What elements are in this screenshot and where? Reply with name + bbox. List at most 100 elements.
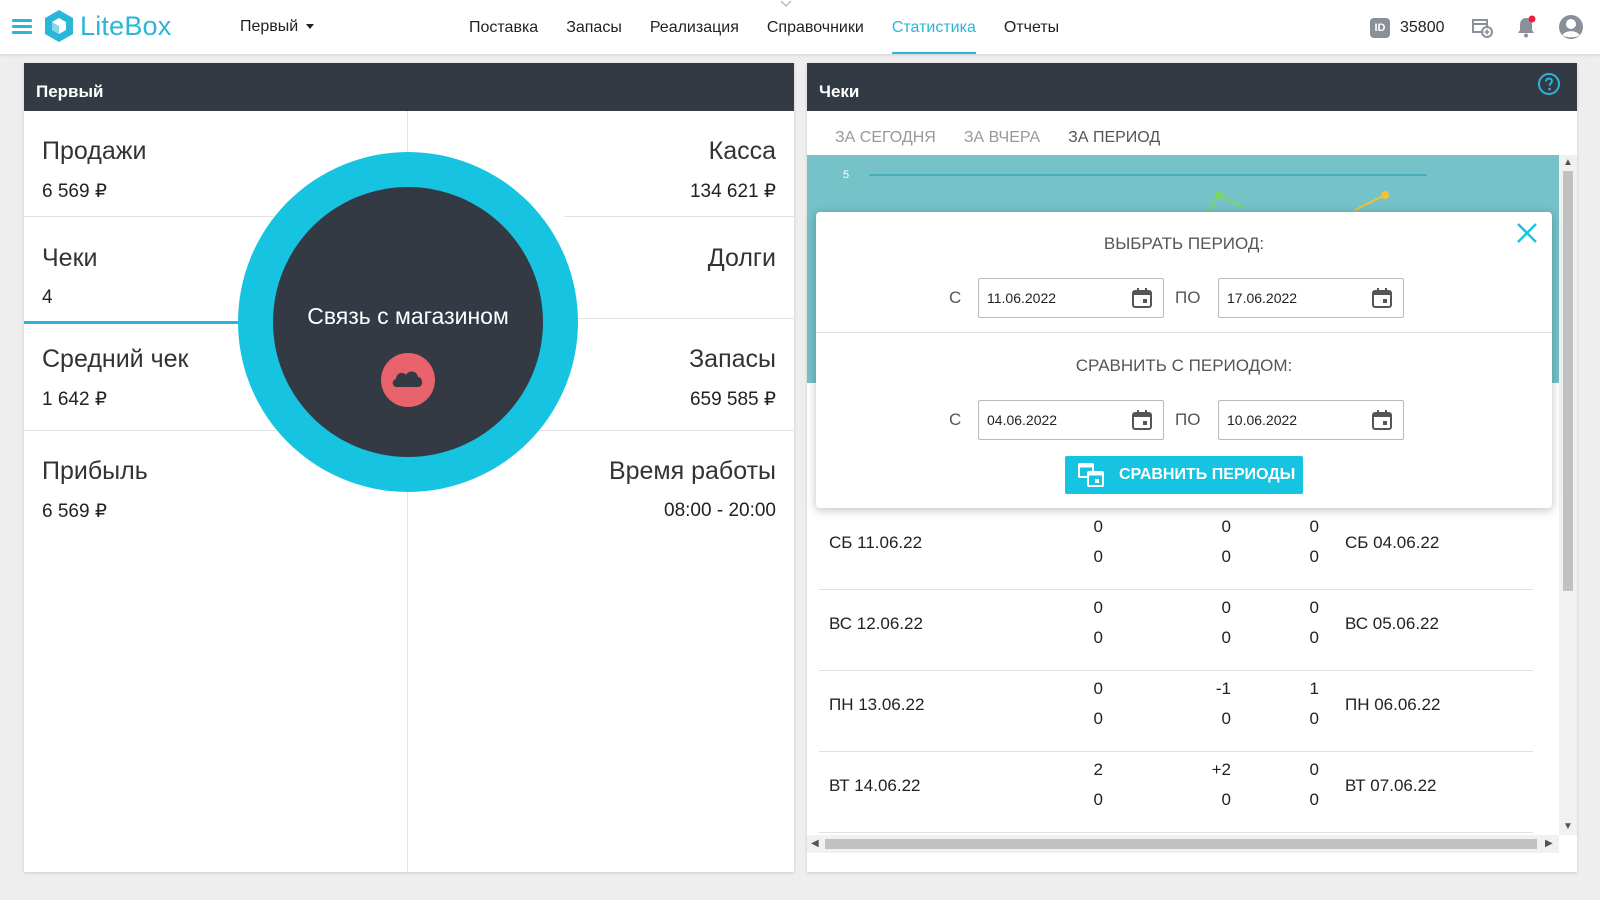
- checks-panel-title: Чеки: [807, 63, 1577, 111]
- data-point: [1381, 191, 1389, 199]
- row-compare-date: ВТ 07.06.22: [1345, 776, 1437, 795]
- nav-sales[interactable]: Реализация: [636, 0, 753, 54]
- cell-value: 0: [1093, 598, 1103, 617]
- from-label: С: [949, 288, 962, 307]
- stat-value: 6 569 ₽: [42, 501, 107, 522]
- to-label: ПО: [1175, 288, 1201, 307]
- stat-average-check[interactable]: Средний чек 1 642 ₽: [42, 345, 188, 411]
- row-compare-date: СБ 04.06.22: [1345, 533, 1440, 552]
- row-divider: [24, 216, 274, 217]
- store-panel-title: Первый: [24, 63, 794, 111]
- row-compare-date: ПН 06.06.22: [1345, 695, 1441, 714]
- row-divider: [24, 430, 314, 431]
- table-row[interactable]: ВТ 14.06.22 2 0 +2 0 0 0 ВТ 07.06.22: [819, 752, 1533, 833]
- cell-value: 0: [1309, 598, 1319, 617]
- cell-value: 0: [1221, 547, 1231, 566]
- scroll-right-arrow[interactable]: ▶: [1545, 838, 1553, 849]
- store-connection-circle: Связь с магазином: [273, 187, 543, 457]
- store-connection-text: Связь с магазином: [307, 303, 509, 329]
- scroll-up-arrow[interactable]: ▲: [1563, 157, 1573, 168]
- user-icon[interactable]: [1558, 14, 1584, 40]
- tab-period[interactable]: ЗА ПЕРИОД: [1056, 111, 1176, 155]
- cell-value: 0: [1093, 547, 1103, 566]
- row-date: ВС 12.06.22: [829, 614, 923, 633]
- stat-profit[interactable]: Прибыль 6 569 ₽: [42, 457, 148, 523]
- account-id-value: 35800: [1400, 19, 1445, 36]
- vertical-scrollbar[interactable]: ▲ ▼: [1559, 155, 1577, 835]
- horizontal-scroll-thumb[interactable]: [825, 839, 1537, 849]
- stat-work-time[interactable]: Время работы 08:00 - 20:00: [609, 457, 776, 522]
- stat-value: 4: [42, 287, 53, 308]
- stat-sales[interactable]: Продажи 6 569 ₽: [42, 137, 146, 203]
- nav-reports[interactable]: Отчеты: [990, 0, 1073, 54]
- modal-divider: [816, 332, 1552, 333]
- cloud-icon: [392, 371, 423, 387]
- main-nav: Поставка Запасы Реализация Справочники С…: [455, 0, 1073, 54]
- vertical-scroll-thumb[interactable]: [1563, 171, 1573, 591]
- cell-value: 0: [1221, 790, 1231, 809]
- cell-value: 2: [1093, 760, 1103, 779]
- row-divider: [534, 430, 794, 431]
- menu-icon[interactable]: [12, 19, 32, 35]
- tab-today[interactable]: ЗА СЕГОДНЯ: [823, 111, 952, 155]
- cell-value: +2: [1211, 760, 1231, 779]
- store-add-icon[interactable]: [1470, 15, 1494, 39]
- nav-supply[interactable]: Поставка: [455, 0, 552, 54]
- stat-label: Прибыль: [42, 457, 148, 485]
- cell-value: 0: [1221, 517, 1231, 536]
- compare-periods-button[interactable]: СРАВНИТЬ ПЕРИОДЫ: [1065, 456, 1303, 494]
- stat-value: 6 569 ₽: [42, 181, 107, 202]
- bell-icon[interactable]: [1514, 15, 1538, 39]
- row-date: СБ 11.06.22: [829, 533, 923, 552]
- cell-value: 0: [1309, 547, 1319, 566]
- scroll-down-arrow[interactable]: ▼: [1563, 821, 1573, 832]
- calendar-icon[interactable]: [1370, 286, 1394, 310]
- table-row[interactable]: СБ 11.06.22 0 0 0 0 0 0 СБ 04.06.22: [819, 509, 1533, 590]
- period-picker-dialog: ВЫБРАТЬ ПЕРИОД: С ПО СРАВНИТЬ С ПЕРИОДОМ…: [816, 212, 1552, 508]
- compare-to-label: ПО: [1175, 410, 1201, 429]
- calendar-icon[interactable]: [1370, 408, 1394, 432]
- stat-label: Касса: [708, 137, 776, 165]
- logo[interactable]: LiteBox: [44, 9, 171, 43]
- cell-value: 0: [1093, 517, 1103, 536]
- cell-value: 1: [1309, 679, 1319, 698]
- cell-value: 0: [1309, 517, 1319, 536]
- row-date: ВТ 14.06.22: [829, 776, 921, 795]
- store-connection-overlay: Связь с магазином: [238, 152, 578, 492]
- cell-value: 0: [1309, 760, 1319, 779]
- stat-cash[interactable]: Касса 134 621 ₽: [690, 137, 776, 203]
- stat-checks[interactable]: Чеки 4: [42, 244, 97, 309]
- stat-debts[interactable]: Долги: [708, 244, 776, 287]
- cell-value: 0: [1221, 709, 1231, 728]
- table-row[interactable]: ВС 12.06.22 0 0 0 0 0 0 ВС 05.06.22: [819, 590, 1533, 671]
- caret-down-icon: [306, 24, 315, 30]
- nav-directories[interactable]: Справочники: [753, 0, 878, 54]
- horizontal-scrollbar[interactable]: ◀ ▶: [807, 835, 1559, 853]
- cell-value: 0: [1093, 790, 1103, 809]
- account-id: ID 35800: [1370, 18, 1445, 38]
- help-icon[interactable]: [1537, 72, 1561, 96]
- stat-value: 134 621 ₽: [689, 181, 776, 202]
- tab-yesterday[interactable]: ЗА ВЧЕРА: [952, 111, 1056, 155]
- cloud-button[interactable]: [381, 353, 435, 407]
- calendar-icon[interactable]: [1130, 408, 1154, 432]
- stat-value: 08:00 - 20:00: [664, 500, 776, 521]
- cell-value: 0: [1309, 628, 1319, 647]
- compare-icon: [1078, 463, 1104, 487]
- row-divider: [564, 216, 794, 217]
- nav-stock[interactable]: Запасы: [552, 0, 636, 54]
- stat-label: Долги: [707, 244, 776, 272]
- table-row[interactable]: ПН 13.06.22 0 0 -1 0 1 0 ПН 06.06.22: [819, 671, 1533, 752]
- select-period-title: ВЫБРАТЬ ПЕРИОД:: [1103, 234, 1265, 253]
- series-line-current: [1206, 193, 1244, 214]
- y-tick-label: 5: [843, 169, 849, 181]
- stat-value: 1 642 ₽: [42, 389, 107, 410]
- calendar-icon[interactable]: [1130, 286, 1154, 310]
- scroll-left-arrow[interactable]: ◀: [811, 838, 819, 849]
- store-selector[interactable]: Первый: [240, 18, 315, 36]
- nav-statistics[interactable]: Статистика: [878, 0, 990, 54]
- compare-button-label: СРАВНИТЬ ПЕРИОДЫ: [1119, 466, 1296, 483]
- checks-table: СБ 11.06.22 0 0 0 0 0 0 СБ 04.06.22 ВС 1…: [819, 509, 1533, 833]
- stat-stock[interactable]: Запасы 659 585 ₽: [689, 345, 776, 411]
- litebox-logo-icon: [45, 10, 73, 42]
